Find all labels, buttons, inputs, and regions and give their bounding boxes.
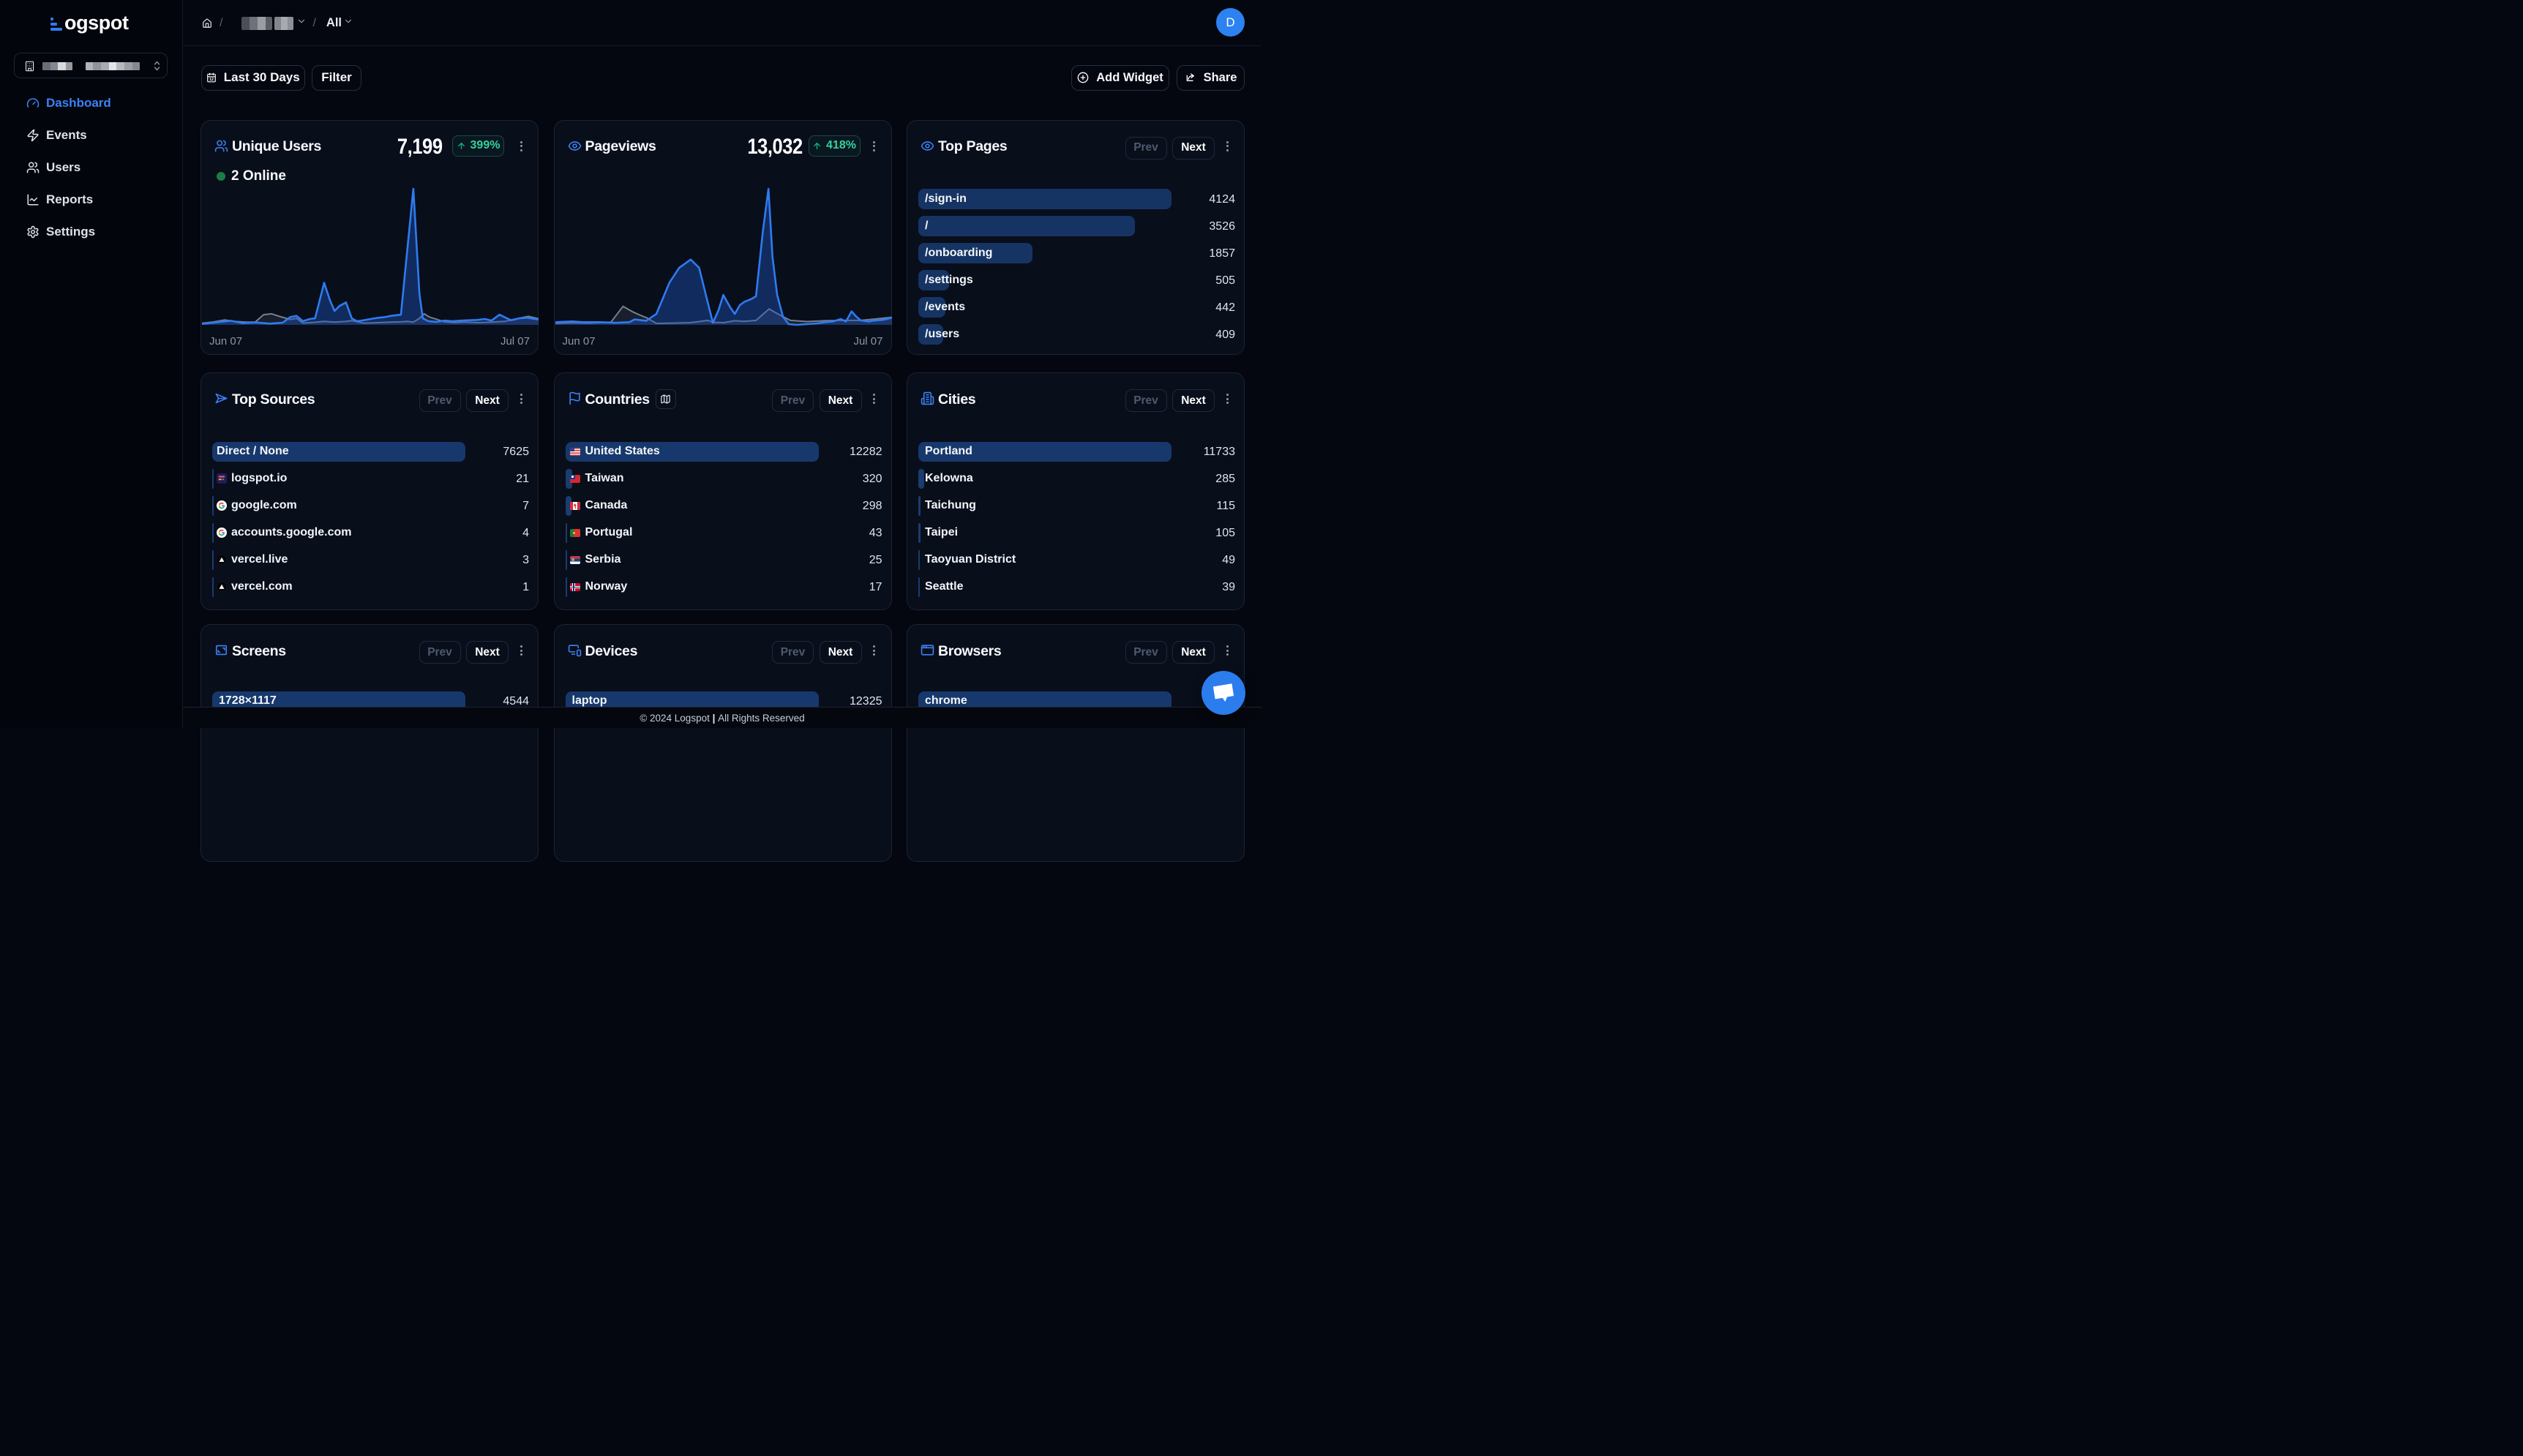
svg-text:12: 12 (209, 78, 214, 82)
